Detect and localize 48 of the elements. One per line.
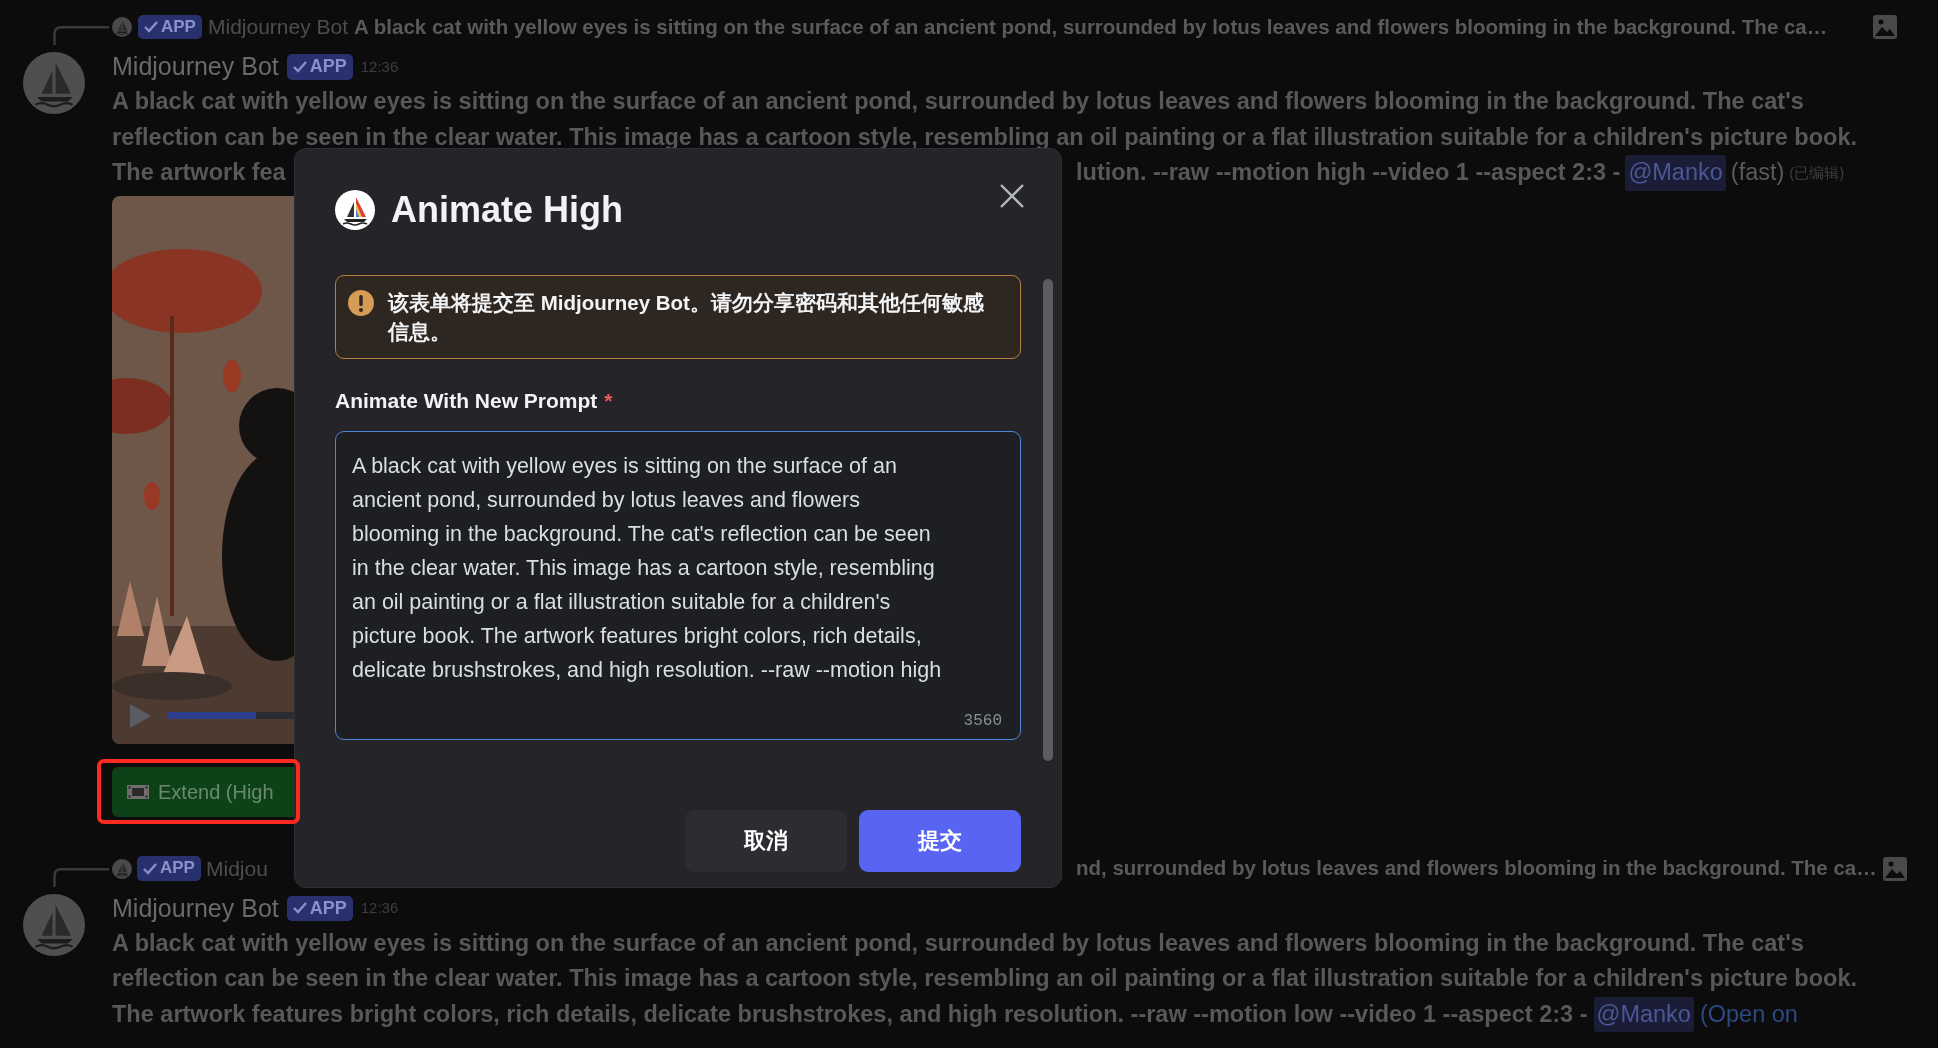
field-label: Animate With New Prompt <box>335 388 598 414</box>
app-badge: APP <box>138 14 202 40</box>
close-icon <box>999 183 1025 209</box>
mention-tag[interactable]: @Manko <box>1625 155 1726 191</box>
author-name[interactable]: Midjou <box>205 852 268 885</box>
author-name[interactable]: Midjourney Bot <box>207 11 349 43</box>
message-text: A black cat with yellow eyes is sitting on the surface of an ancient pond, surrounded by lotus leaves and flowers blooming in the background. The cat's <box>112 928 1804 958</box>
sailboat-icon <box>112 858 132 879</box>
scrollbar-thumb[interactable] <box>1043 279 1053 761</box>
app-badge: APP <box>137 856 201 881</box>
warning-text: 该表单将提交至 Midjourney Bot。请勿分享密码和其他任何敏感信息。 <box>388 290 985 345</box>
dialog-title: Animate High <box>391 192 623 228</box>
warning-icon <box>348 290 374 316</box>
message-text: The artwork features bright colors, rich details, delicate brushstrokes, and high resolution. --raw --motion low --video 1 --aspect 2:3 - <box>112 999 1588 1029</box>
author-name[interactable]: Midjourney Bot <box>112 889 279 928</box>
reply-connector <box>53 867 110 887</box>
prompt-field[interactable]: A black cat with yellow eyes is sitting on the surface of an ancient pond, surrounded by lotus leaves and flowers blooming in the background. The cat's reflection can be seen in the clear water. This image has a cartoon style, resembling an oil painting or a flat illustration suitable for a children's picture book. The artwork features bright colors, rich details, delicate brushstrokes, and high resolution. --raw --motion high 3560 <box>335 430 1021 740</box>
image-icon[interactable] <box>1881 855 1908 882</box>
message-text: A black cat with yellow eyes is sitting on the surface of an ancient pond, surrounded by lotus leaves and flowers blooming in the background. The cat's <box>112 87 1804 116</box>
sailboat-icon <box>112 17 132 37</box>
sailboat-icon[interactable] <box>23 893 85 956</box>
play-icon[interactable] <box>127 701 153 730</box>
film-icon <box>126 782 150 801</box>
sailboat-icon <box>335 190 375 230</box>
author-name[interactable]: Midjourney Bot <box>112 48 279 86</box>
check-icon <box>144 21 158 33</box>
cancel-button[interactable]: 取消 <box>685 809 847 872</box>
image-icon[interactable] <box>1872 14 1898 40</box>
app-badge: APP <box>286 54 353 80</box>
message-text: reflection can be seen in the clear water. This image has a cartoon style, resembling an oil painting or a flat illustration suitable for a children's picture book. <box>112 122 1858 152</box>
check-icon <box>292 61 307 73</box>
submit-button[interactable]: 提交 <box>859 809 1021 872</box>
sailboat-icon[interactable] <box>23 52 85 114</box>
app-badge: APP <box>286 895 353 922</box>
message-text: The artwork fea <box>112 158 286 187</box>
check-icon <box>143 862 157 875</box>
message-text: reflection can be seen in the clear water. This image has a cartoon style, resembling an oil painting or a flat illustration suitable for a children's picture book. <box>112 964 1858 993</box>
speed-label: (fast) <box>1730 158 1785 187</box>
required-mark: * <box>604 388 613 414</box>
reply-preview[interactable]: A black cat with yellow eyes is sitting on the surface of an ancient pond, surrounded by lotus leaves and flowers blooming in the background. The ca… <box>354 11 1828 43</box>
check-icon <box>292 902 307 915</box>
character-counter: 3560 <box>963 710 1002 731</box>
mention-tag[interactable]: @Manko <box>1593 996 1694 1032</box>
reply-connector <box>53 26 110 45</box>
reply-preview[interactable]: nd, surrounded by lotus leaves and flowers blooming in the background. The ca… <box>1076 853 1877 884</box>
message-text: lution. --raw --motion high --video 1 --aspect 2:3 - <box>1076 158 1621 187</box>
link[interactable]: (Open on <box>1699 996 1798 1032</box>
progress-track[interactable] <box>167 712 296 719</box>
